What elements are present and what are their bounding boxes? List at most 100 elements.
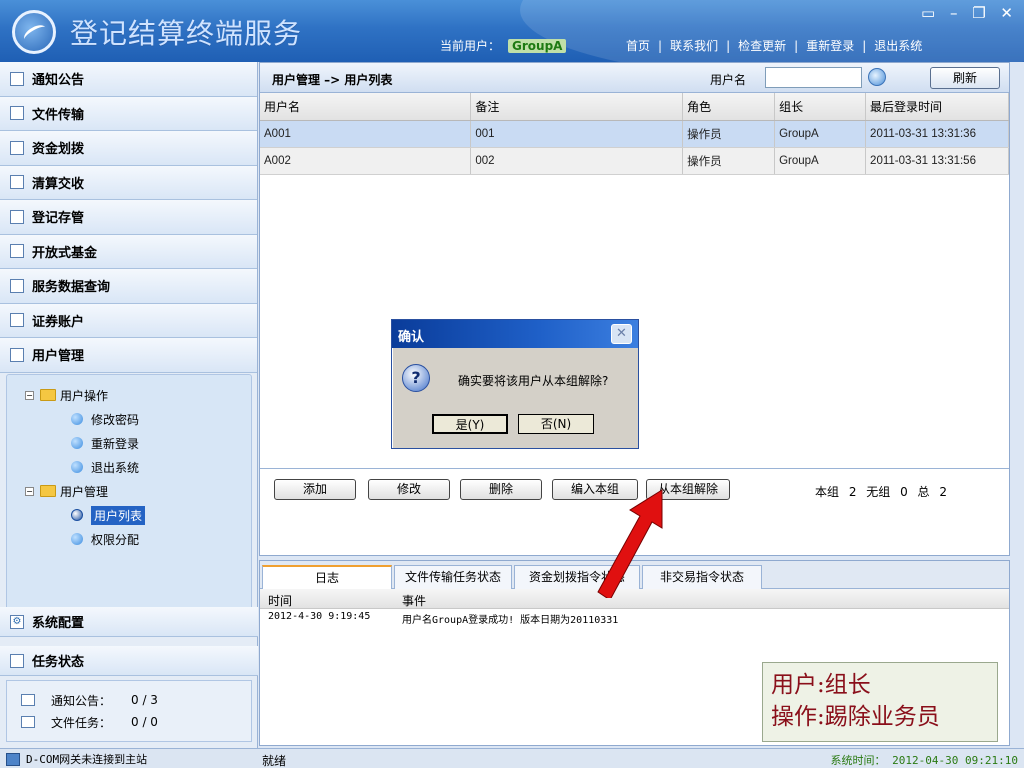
sidebar-item-task-status[interactable]: 任务状态 [0, 646, 258, 676]
task-label: 文件任务： [51, 715, 112, 730]
nav-home-link[interactable]: 首页 [626, 39, 650, 53]
tree-item-label: 权限分配 [91, 532, 140, 547]
user-table: 用户名 备注 角色 组长 最后登录时间 A001 001 操作员 GroupA … [260, 93, 1009, 175]
edit-button[interactable]: 修改 [368, 479, 450, 500]
tree-item-exit[interactable]: 退出系统 [11, 455, 247, 479]
bullet-icon [71, 533, 83, 545]
current-user: 当前用户： GroupA [440, 37, 567, 54]
sidebar-item-settlement[interactable]: 清算交收 [0, 165, 257, 200]
nav-separator: | [794, 39, 799, 53]
transfer-arrows-icon [21, 716, 35, 728]
sidebar-item-label: 资金划拨 [32, 142, 85, 158]
fund-transfer-icon [10, 140, 24, 155]
bullet-icon [71, 437, 83, 449]
tab-file-tasks[interactable]: 文件传输任务状态 [394, 565, 512, 589]
tree-item-change-password[interactable]: 修改密码 [11, 407, 247, 431]
username-label: 用户名 [710, 73, 747, 87]
title-bar: 登记结算终端服务 当前用户： GroupA 首页 | 联系我们 | 检查更新 | 重新登录 | 退… [0, 0, 1024, 62]
file-transfer-icon [10, 106, 24, 121]
tree-item-label: 重新登录 [91, 436, 140, 451]
tab-log[interactable]: 日志 [262, 565, 392, 590]
delete-button[interactable]: 删除 [460, 479, 542, 500]
nav-relogin-link[interactable]: 重新登录 [806, 39, 854, 53]
column-header-note[interactable]: 备注 [470, 93, 684, 121]
current-user-name: GroupA [508, 39, 567, 53]
sidebar-item-label: 系统配置 [32, 616, 85, 631]
network-icon [6, 752, 20, 766]
no-button[interactable]: 否(N) [518, 414, 594, 434]
sidebar-item-label: 清算交收 [32, 176, 85, 192]
sidebar-item-registry[interactable]: 登记存管 [0, 200, 257, 235]
tree-item-user-list[interactable]: 用户列表 [11, 503, 247, 527]
close-icon[interactable]: ✕ [611, 324, 632, 344]
tree-group-user-ops[interactable]: − 用户操作 [11, 383, 247, 407]
settlement-icon [10, 175, 24, 190]
sidebar-item-users[interactable]: 用户管理 [0, 338, 257, 373]
gateway-status: D-COM网关未连接到主站 [6, 751, 147, 767]
sidebar-item-account[interactable]: 证券账户 [0, 303, 257, 338]
table-header: 用户名 备注 角色 组长 最后登录时间 [260, 93, 1009, 121]
log-entry: 2012-4-30 9:19:45 用户名GroupA登录成功! 版本日期为20… [260, 609, 1009, 626]
sidebar-item-fund-transfer[interactable]: 资金划拨 [0, 131, 257, 166]
sidebar-item-notice[interactable]: 通知公告 [0, 62, 257, 97]
tree-item-label: 用户列表 [91, 505, 146, 525]
task-row-notice: 通知公告： 0 / 3 [21, 689, 251, 711]
log-col-time: 时间 [268, 594, 293, 608]
sidebar-item-label: 证券账户 [32, 314, 85, 330]
dialog-title: 确认 [398, 330, 425, 345]
registry-icon [10, 209, 24, 224]
column-header-username[interactable]: 用户名 [260, 93, 472, 121]
cell-leader: GroupA [774, 120, 867, 148]
group-counts: 本组 2 无组 0 总 2 [815, 485, 947, 499]
cell-role: 操作员 [682, 120, 776, 148]
system-clock: 系统时间： 2012-04-30 09:21:10 [830, 754, 1018, 767]
confirm-dialog: 确认 ✕ ? 确实要将该用户从本组解除? 是(Y) 否(N) [391, 319, 639, 449]
log-entry-event: 用户名GroupA登录成功! 版本日期为20110331 [402, 615, 619, 626]
folder-icon [40, 389, 56, 401]
sidebar-item-file-transfer[interactable]: 文件传输 [0, 96, 257, 131]
cell-username: A002 [260, 147, 472, 175]
username-search-input[interactable] [765, 67, 862, 88]
nav-contact-link[interactable]: 联系我们 [670, 39, 718, 53]
search-icon[interactable] [868, 68, 886, 86]
table-row[interactable]: A001 001 操作员 GroupA 2011-03-31 13:31:36 [260, 120, 1009, 148]
add-button[interactable]: 添加 [274, 479, 356, 500]
cell-note: 002 [470, 147, 684, 175]
gear-icon: ⚙ [10, 614, 24, 629]
question-icon: ? [402, 364, 430, 392]
nav-update-link[interactable]: 检查更新 [738, 39, 786, 53]
cell-last-login: 2011-03-31 13:31:56 [865, 147, 1009, 175]
window-controls[interactable]: ▭ – ❐ ✕ [921, 4, 1018, 22]
sidebar-item-label: 开放式基金 [32, 245, 98, 261]
breadcrumb: 用户管理 –> 用户列表 [272, 73, 393, 87]
task-value: 0 / 3 [131, 693, 158, 707]
tree-item-permissions[interactable]: 权限分配 [11, 527, 247, 551]
status-bar: D-COM网关未连接到主站 就绪 系统时间： 2012-04-30 09:21:… [0, 748, 1024, 768]
collapse-icon[interactable]: − [25, 390, 34, 400]
tree-item-relogin[interactable]: 重新登录 [11, 431, 247, 455]
yes-button[interactable]: 是(Y) [432, 414, 508, 434]
sidebar-item-query[interactable]: 服务数据查询 [0, 269, 257, 304]
main-toolbar: 用户管理 –> 用户列表 用户名 刷新 [260, 63, 1009, 93]
annotation-line: 用户:组长 [771, 672, 871, 698]
sidebar-item-label: 服务数据查询 [32, 280, 111, 296]
cell-note: 001 [470, 120, 684, 148]
collapse-icon[interactable]: − [25, 486, 34, 496]
table-row[interactable]: A002 002 操作员 GroupA 2011-03-31 13:31:56 [260, 147, 1009, 175]
sidebar-item-fund[interactable]: 开放式基金 [0, 234, 257, 269]
tree-group-user-mgmt[interactable]: − 用户管理 [11, 479, 247, 503]
cell-leader: GroupA [774, 147, 867, 175]
notice-icon [10, 71, 24, 86]
column-header-leader[interactable]: 组长 [774, 93, 867, 121]
cell-role: 操作员 [682, 147, 776, 175]
sidebar-item-system-config[interactable]: ⚙ 系统配置 [0, 607, 258, 637]
app-logo-icon [12, 10, 56, 54]
column-header-last-login[interactable]: 最后登录时间 [865, 93, 1009, 121]
tree-item-label: 修改密码 [91, 412, 140, 427]
app-title: 登记结算终端服务 [70, 17, 303, 50]
nav-exit-link[interactable]: 退出系统 [874, 39, 922, 53]
column-header-role[interactable]: 角色 [682, 93, 776, 121]
sidebar: 通知公告 文件传输 资金划拨 清算交收 登记存管 开放式基金 服务数据查询 证券… [0, 62, 258, 748]
task-icon [10, 653, 24, 668]
refresh-button[interactable]: 刷新 [930, 67, 1000, 89]
